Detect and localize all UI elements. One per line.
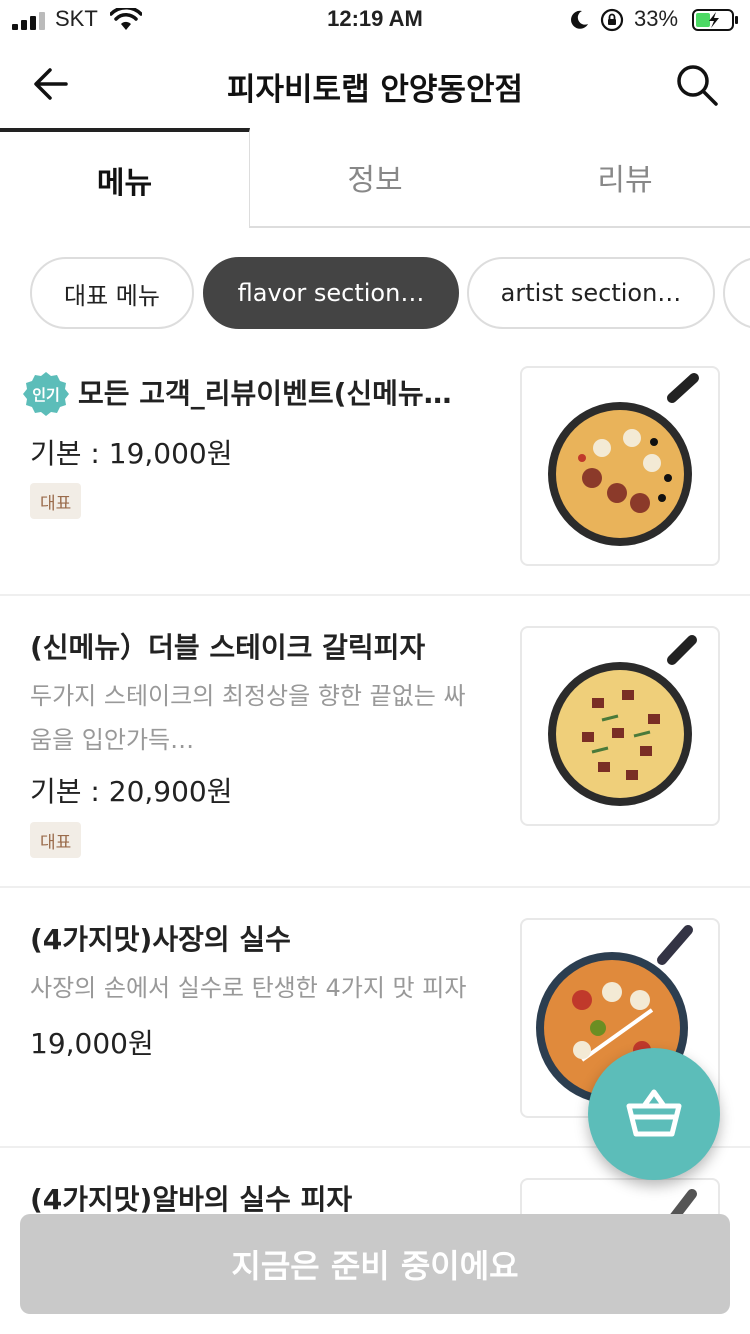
chip-flavor-section[interactable]: flavor section… <box>203 257 459 329</box>
item-description: 두가지 스테이크의 최정상을 향한 끝없는 싸움을 입안가득… <box>30 682 466 754</box>
pizza-image <box>548 373 699 546</box>
item-name: (신메뉴）더블 스테이크 갈릭피자 <box>30 631 426 664</box>
search-icon[interactable] <box>674 62 720 108</box>
item-photo <box>520 626 720 826</box>
tab-bar: 메뉴 정보 리뷰 <box>0 128 750 228</box>
rotation-lock-icon <box>600 8 624 32</box>
battery-charging-icon <box>692 9 738 31</box>
status-bar: SKT 12:19 AM 33% <box>0 0 750 40</box>
item-price: 기본 : 20,900원 <box>30 775 233 808</box>
item-name: 모든 고객_리뷰이벤트(신메뉴… <box>78 377 452 410</box>
popular-badge-label: 인기 <box>32 386 60 404</box>
category-chip-bar: 대표 메뉴 flavor section… artist section… <box>30 257 750 329</box>
moon-icon <box>571 10 588 29</box>
chip-artist-section[interactable]: artist section… <box>467 257 715 329</box>
item-price: 기본 : 19,000원 <box>30 437 233 470</box>
menu-item[interactable]: 인기 모든 고객_리뷰이벤트(신메뉴… 기본 : 19,000원 대표 <box>0 340 750 596</box>
item-name: (4가지맛)사장의 실수 <box>30 923 291 956</box>
cart-button[interactable] <box>588 1048 720 1180</box>
representative-badge: 대표 <box>30 822 82 858</box>
item-description: 사장의 손에서 실수로 탄생한 4가지 맛 피자 <box>30 974 467 1002</box>
popular-badge-icon: 인기 <box>23 372 69 416</box>
tab-reviews[interactable]: 리뷰 <box>500 128 750 228</box>
item-photo <box>520 366 720 566</box>
tab-menu[interactable]: 메뉴 <box>0 128 250 228</box>
item-name: (4가지맛)알바의 실수 피자 <box>30 1183 353 1216</box>
battery-percentage: 33% <box>634 6 679 31</box>
shopping-basket-icon <box>626 1089 682 1137</box>
header: 피자비토랩 안양동안점 <box>0 40 750 128</box>
page-title: 피자비토랩 안양동안점 <box>227 72 523 108</box>
tab-info[interactable]: 정보 <box>250 128 500 228</box>
item-price: 19,000원 <box>30 1027 154 1060</box>
pizza-image <box>548 635 697 806</box>
chip-more[interactable] <box>723 257 750 329</box>
order-button[interactable]: 지금은 준비 중이에요 <box>20 1214 730 1314</box>
chip-representative-menu[interactable]: 대표 메뉴 <box>30 257 194 329</box>
representative-badge: 대표 <box>30 483 82 519</box>
menu-item[interactable]: (신메뉴）더블 스테이크 갈릭피자 두가지 스테이크의 최정상을 향한 끝없는 … <box>0 596 750 888</box>
